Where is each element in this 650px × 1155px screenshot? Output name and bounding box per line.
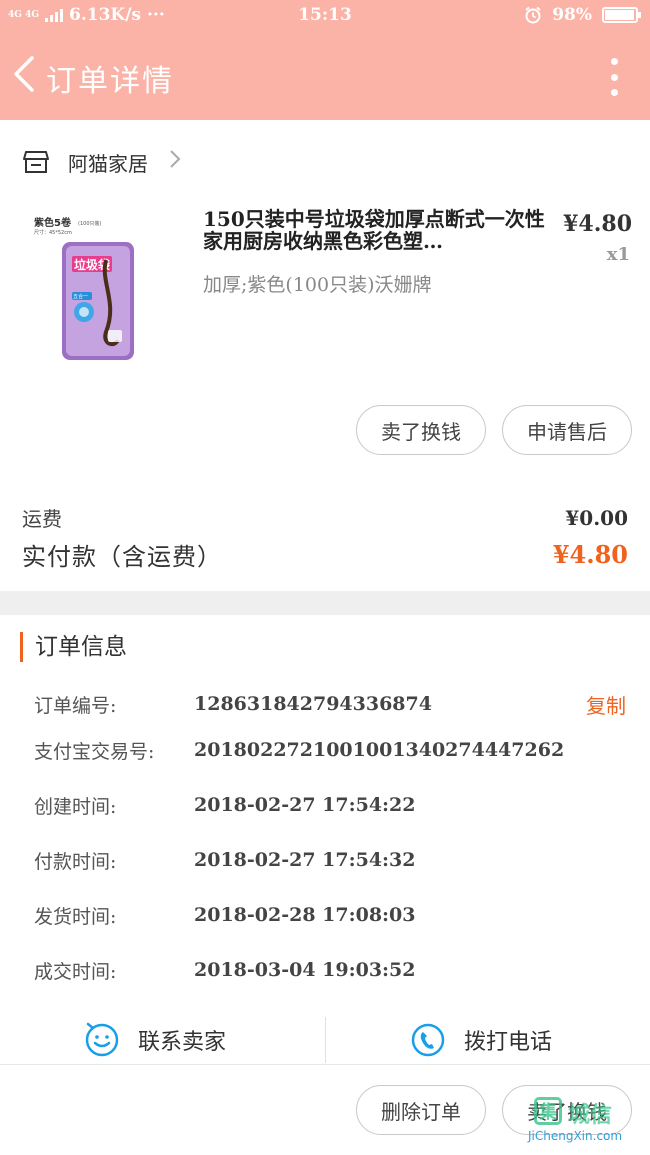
total-value: ¥4.80 [552,540,628,569]
sell-for-cash-button[interactable]: 卖了换钱 [356,405,486,455]
product-price: ¥4.80 [563,211,632,237]
shipping-label: 运费 [22,507,62,531]
call-phone-label: 拨打电话 [464,1030,553,1055]
contact-seller-button[interactable]: 联系卖家 [84,1015,226,1065]
watermark-text: 城信 [568,1102,613,1128]
battery-percent: 98% [552,5,592,25]
shipping-value: ¥0.00 [565,505,628,530]
battery-icon [602,7,641,23]
page-title: 订单详情 [46,64,174,99]
alipay-trade-row: 支付宝交易号: 2018022721001001340274447262 [34,735,634,765]
order-number-row: 订单编号: 128631842794336874 [34,689,634,719]
watermark: 集 城信 JiChengXin.com [526,1097,646,1147]
shop-name: 阿猫家居 [68,151,148,176]
watermark-logo: 集 [534,1097,562,1125]
product-spec: 加厚;紫色(100只装)沃姗牌 [203,274,432,296]
more-menu-button[interactable] [608,58,620,96]
paid-time-row: 付款时间: 2018-02-27 17:54:32 [34,845,634,875]
info-label: 支付宝交易号: [34,740,155,763]
product-title[interactable]: 150只装中号垃圾袋加厚点断式一次性家用厨房收纳黑色彩色塑… [203,208,548,254]
shipped-time: 2018-02-28 17:08:03 [194,904,416,926]
completed-time: 2018-03-04 19:03:52 [194,959,416,981]
status-right: 98% [524,5,641,25]
shipping-row: 运费 ¥0.00 [22,503,628,532]
order-info-title: 订单信息 [20,632,127,662]
shipped-time-row: 发货时间: 2018-02-28 17:08:03 [34,900,634,930]
more-dot [610,89,618,96]
product-image[interactable]: 紫色5卷 (100只装) 尺寸：45*52cm 垃圾袋 五合一 [22,212,142,368]
contact-divider [325,1017,326,1063]
total-row: 实付款（含运费） ¥4.80 [22,537,628,572]
total-label: 实付款（含运费） [22,543,222,571]
shop-row[interactable]: 阿猫家居 [0,140,650,184]
alipay-trade-number: 2018022721001001340274447262 [194,739,565,761]
paid-time: 2018-02-27 17:54:32 [194,849,416,871]
info-label: 创建时间: [34,795,117,818]
back-button[interactable] [8,52,42,96]
nav-bar: 订单详情 [0,32,650,120]
contact-seller-label: 联系卖家 [138,1030,227,1055]
image-caption-size: 尺寸：45*52cm [34,229,72,236]
section-divider [0,591,650,615]
order-number: 128631842794336874 [194,693,432,715]
image-caption-small: (100只装) [78,220,101,227]
phone-icon [411,1023,445,1057]
created-time-row: 创建时间: 2018-02-27 17:54:22 [34,790,634,820]
contact-bar: 联系卖家 拨打电话 [0,1015,650,1065]
alarm-icon [525,6,541,24]
apply-after-sale-button[interactable]: 申请售后 [502,405,632,455]
delete-order-button[interactable]: 删除订单 [356,1085,486,1135]
watermark-url: JiChengXin.com [528,1129,623,1143]
more-dot [610,73,618,81]
completed-time-row: 成交时间: 2018-03-04 19:03:52 [34,955,634,985]
info-label: 订单编号: [34,694,117,717]
battery-fill [605,10,635,20]
chevron-left-icon [14,56,34,92]
more-dot [610,58,618,65]
call-phone-button[interactable]: 拨打电话 [410,1015,552,1065]
chat-face-icon [85,1022,119,1057]
info-label: 发货时间: [34,905,117,928]
product-thumbnail: 紫色5卷 (100只装) 尺寸：45*52cm 垃圾袋 五合一 [34,216,134,360]
product-quantity: x1 [606,244,630,265]
image-caption-top: 紫色5卷 [34,216,72,229]
status-bar: 4G 4G 6.13K/s ··· 15:13 98% [0,0,650,32]
created-time: 2018-02-27 17:54:22 [194,794,416,816]
info-label: 成交时间: [34,960,117,983]
image-badge: 五合一 [73,293,88,300]
chevron-right-icon [168,148,182,176]
store-icon [23,151,49,173]
info-label: 付款时间: [34,850,117,873]
